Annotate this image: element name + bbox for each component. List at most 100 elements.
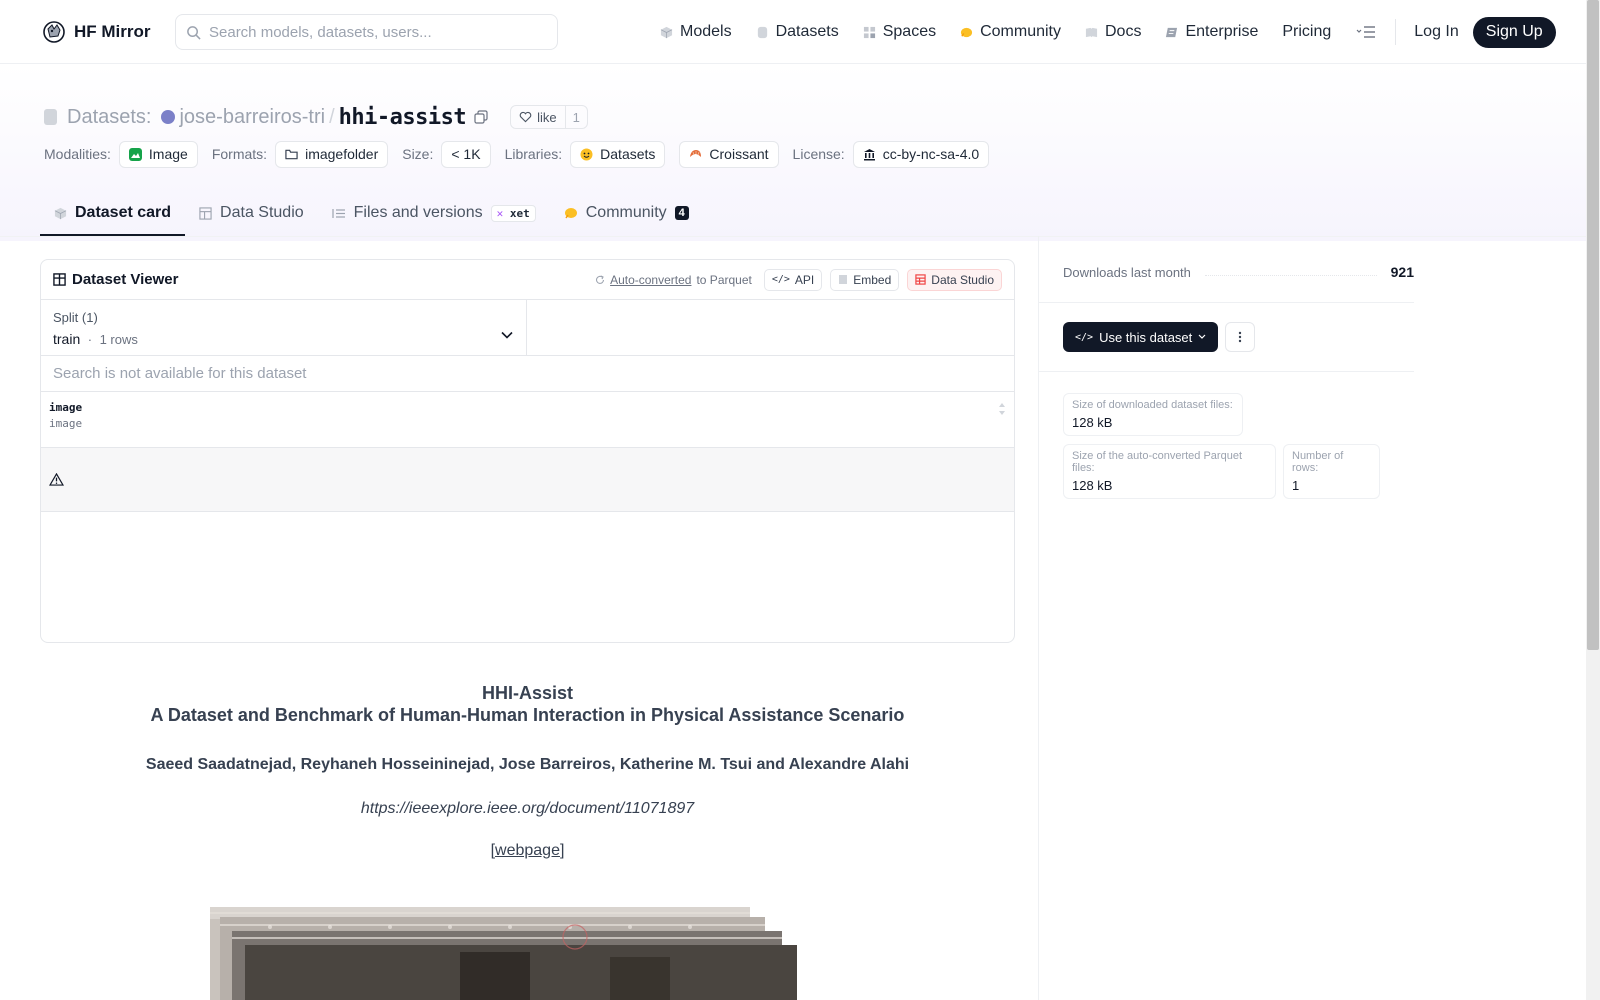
- brand-logo-icon: [43, 21, 65, 43]
- card-title: HHI-Assist: [481, 683, 574, 703]
- tag-imagefolder[interactable]: imagefolder: [275, 140, 389, 168]
- sort-icon[interactable]: [998, 402, 1006, 416]
- nav-community[interactable]: Community: [960, 23, 1061, 41]
- login-link[interactable]: Log In: [1414, 23, 1458, 41]
- card-teaser-image: [210, 907, 800, 1000]
- api-button[interactable]: </> API: [763, 268, 823, 291]
- auto-converted-note: Auto-converted to Parquet: [595, 273, 752, 287]
- tab-community-label: Community: [585, 204, 667, 221]
- dataset-icon: [44, 109, 57, 125]
- tab-community[interactable]: Community 4: [550, 192, 703, 236]
- nav-pricing-label: Pricing: [1282, 23, 1332, 40]
- table-row: [41, 448, 1014, 512]
- tag-image[interactable]: Image: [118, 140, 198, 168]
- tag-size[interactable]: < 1K: [441, 140, 491, 168]
- tag-imagefolder-label: imagefolder: [305, 146, 379, 162]
- nav-docs[interactable]: Docs: [1085, 23, 1141, 41]
- webpage-link[interactable]: webpage: [495, 842, 560, 859]
- like-button[interactable]: like 1: [510, 105, 588, 129]
- page-scrollbar-thumb[interactable]: [1587, 0, 1599, 650]
- viewer-title-text: Dataset Viewer: [72, 271, 179, 288]
- data-studio-button-label: Data Studio: [931, 272, 994, 287]
- more-menu-button[interactable]: [1355, 22, 1377, 42]
- viewer-actions: Auto-converted to Parquet </> API Embed …: [595, 268, 1002, 291]
- column-type: image: [49, 417, 83, 430]
- tag-datasets-lib[interactable]: Datasets: [570, 140, 666, 168]
- search-box[interactable]: [175, 14, 558, 50]
- heart-icon: [519, 111, 532, 123]
- dataset-viewer: Dataset Viewer Auto-converted to Parquet…: [40, 259, 1015, 643]
- column-header-image[interactable]: image image: [41, 392, 1014, 448]
- embed-icon: [839, 275, 848, 284]
- copy-icon[interactable]: [474, 110, 488, 124]
- croissant-icon: [690, 149, 702, 157]
- more-options-button[interactable]: [1225, 322, 1255, 352]
- stat-value: 128 kB: [1072, 415, 1113, 430]
- owner-avatar[interactable]: [161, 110, 176, 124]
- tag-group-modalities: Modalities:: [44, 146, 111, 162]
- data-studio-button[interactable]: Data Studio: [907, 268, 1002, 291]
- tag-license-label: cc-by-nc-sa-4.0: [882, 146, 980, 162]
- tag-group-libraries: Libraries:: [504, 146, 563, 162]
- top-navbar: HF Mirror Models Datasets Spaces Communi…: [0, 0, 1586, 64]
- split-row: Split (1) train · 1 rows: [41, 300, 1014, 356]
- nav-spaces[interactable]: Spaces: [863, 23, 936, 41]
- column-name: image: [49, 401, 83, 414]
- xet-badge-label: xet: [509, 206, 530, 220]
- warning-icon: [49, 473, 64, 486]
- card-subtitle: A Dataset and Benchmark of Human-Human I…: [150, 705, 905, 725]
- embed-button[interactable]: Embed: [830, 268, 900, 291]
- viewer-title: Dataset Viewer: [53, 271, 178, 288]
- section-label[interactable]: Datasets:: [67, 106, 151, 129]
- tab-files-versions[interactable]: Files and versions ✕ xet: [318, 192, 550, 236]
- tag-croissant[interactable]: Croissant: [679, 140, 779, 168]
- signup-button[interactable]: Sign Up: [1472, 16, 1556, 48]
- refresh-icon: [596, 275, 605, 284]
- table-icon: [199, 206, 212, 220]
- use-dataset-button[interactable]: </> Use this dataset: [1063, 322, 1219, 352]
- nav-docs-label: Docs: [1105, 23, 1142, 40]
- tag-group-size: Size:: [402, 146, 434, 162]
- enterprise-icon: [1166, 27, 1178, 37]
- nav-pricing[interactable]: Pricing: [1282, 23, 1331, 41]
- like-main[interactable]: like: [511, 106, 566, 128]
- tab-dataset-card[interactable]: Dataset card: [40, 192, 186, 236]
- nav-divider: [1395, 19, 1397, 45]
- path-separator: /: [329, 105, 335, 128]
- nav-models-label: Models: [680, 23, 732, 40]
- stat-downloaded-size: Size of downloaded dataset files: 128 kB: [1063, 393, 1243, 436]
- brand[interactable]: HF Mirror: [42, 20, 151, 44]
- split-name: train: [53, 331, 81, 347]
- owner-link[interactable]: jose-barreiros-tri: [179, 106, 325, 129]
- split-label: Split (1): [53, 310, 98, 325]
- nav-spaces-label: Spaces: [882, 23, 937, 40]
- tag-group-license: License:: [792, 146, 845, 162]
- card-paper-link[interactable]: https://ieeexplore.ieee.org/document/110…: [40, 800, 1015, 818]
- teaser-image: [210, 907, 797, 1000]
- menu-icon: [1356, 26, 1376, 38]
- tag-group-formats: Formats:: [211, 146, 268, 162]
- stat-label: Size of the auto-converted Parquet files…: [1072, 450, 1242, 474]
- community-icon: [961, 27, 973, 37]
- repo-name[interactable]: hhi-assist: [339, 105, 467, 130]
- search-input[interactable]: [209, 23, 539, 41]
- sidebar-divider: [1039, 302, 1414, 303]
- downloads-label: Downloads last month: [1063, 264, 1191, 280]
- tag-datasets-lib-label: Datasets: [600, 146, 656, 162]
- split-selector[interactable]: Split (1) train · 1 rows: [41, 300, 527, 355]
- search-icon: [187, 25, 201, 40]
- auto-converted-link[interactable]: Auto-converted: [610, 273, 691, 287]
- tag-image-label: Image: [148, 146, 188, 162]
- dataset-card: HHI-Assist A Dataset and Benchmark of Hu…: [40, 682, 1015, 860]
- nav-models[interactable]: Models: [660, 23, 732, 41]
- split-rows: 1 rows: [99, 332, 138, 347]
- table-icon: [915, 274, 926, 285]
- nav-datasets[interactable]: Datasets: [756, 23, 839, 41]
- like-count[interactable]: 1: [566, 110, 587, 125]
- tab-data-studio[interactable]: Data Studio: [185, 192, 318, 236]
- sidebar-divider: [1039, 371, 1414, 372]
- tags-row: Modalities: Image Formats: imagefolder S…: [44, 140, 1003, 168]
- tag-license[interactable]: cc-by-nc-sa-4.0: [852, 140, 990, 168]
- stat-num-rows: Number of rows: 1: [1283, 444, 1380, 499]
- nav-enterprise[interactable]: Enterprise: [1165, 23, 1258, 41]
